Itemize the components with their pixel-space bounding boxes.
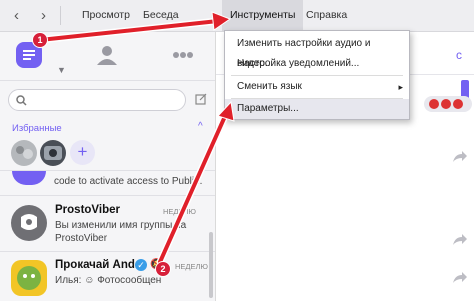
annotation-badge-2: 2 [155,261,171,277]
annotation-badge-1: 1 [32,32,48,48]
annotation-arrows [36,11,235,266]
